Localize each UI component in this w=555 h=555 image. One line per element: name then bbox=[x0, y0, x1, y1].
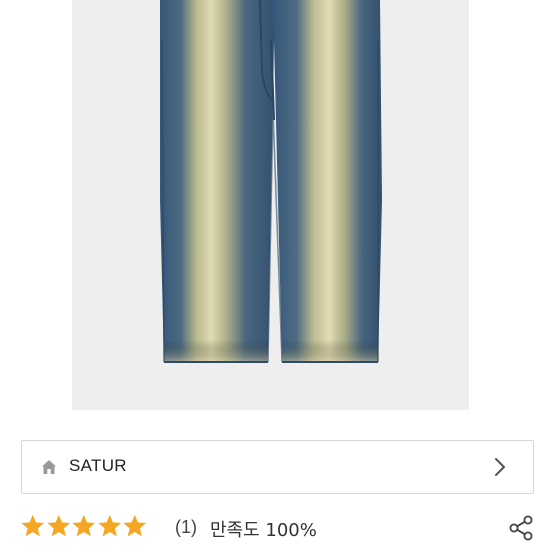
satisfaction-rate: 만족도 100% bbox=[210, 520, 317, 541]
star-icon bbox=[97, 514, 121, 537]
home-icon bbox=[42, 460, 56, 474]
star-icon bbox=[72, 514, 96, 537]
star-icon bbox=[46, 514, 70, 537]
brand-name: SATUR bbox=[69, 456, 127, 475]
rating-row: (1) 만족도 100% bbox=[20, 512, 535, 544]
jeans-illustration bbox=[160, 0, 382, 363]
review-count[interactable]: (1) bbox=[175, 517, 197, 538]
brand-link[interactable]: SATUR bbox=[21, 440, 534, 494]
share-icon[interactable] bbox=[507, 514, 535, 542]
star-icon bbox=[123, 514, 147, 537]
star-rating bbox=[20, 512, 148, 544]
star-icon bbox=[21, 514, 45, 537]
chevron-right-icon bbox=[495, 458, 505, 476]
product-image[interactable] bbox=[72, 0, 469, 410]
